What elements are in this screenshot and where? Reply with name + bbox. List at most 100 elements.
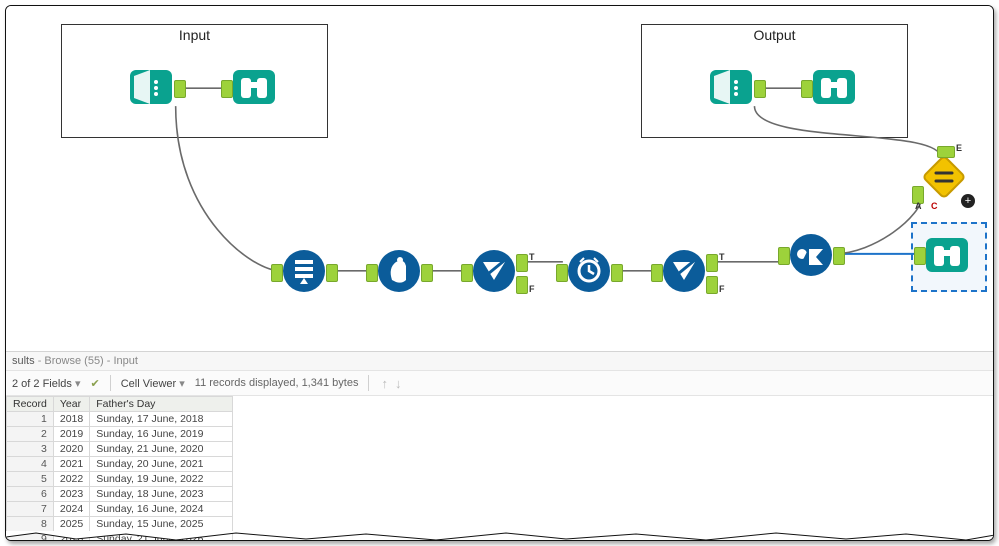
select-tool[interactable] [788, 232, 834, 278]
formula-tool[interactable] [376, 248, 422, 294]
cell-year: 2025 [53, 517, 89, 532]
cell-record: 6 [7, 487, 54, 502]
cell-day: Sunday, 21 June, 2026 [90, 532, 233, 542]
cell-year: 2026 [53, 532, 89, 542]
table-row[interactable]: 22019Sunday, 16 June, 2019 [7, 427, 233, 442]
table-row[interactable]: 12018Sunday, 17 June, 2018 [7, 412, 233, 427]
cell-record: 2 [7, 427, 54, 442]
results-table[interactable]: Record Year Father's Day 12018Sunday, 17… [6, 396, 233, 541]
generate-rows-out-anchor[interactable] [326, 264, 338, 282]
select-out-anchor[interactable] [833, 247, 845, 265]
cell-year: 2018 [53, 412, 89, 427]
cell-record: 8 [7, 517, 54, 532]
chevron-down-icon: ▾ [75, 378, 81, 390]
cell-year: 2024 [53, 502, 89, 517]
cell-day: Sunday, 16 June, 2019 [90, 427, 233, 442]
workflow-canvas[interactable]: Input Output [6, 6, 993, 351]
container-input-title: Input [62, 27, 327, 43]
results-source: Browse (55) - Input [44, 355, 138, 367]
expect-c-label: C [931, 201, 938, 211]
arrow-down-icon[interactable]: ↓ [393, 376, 404, 391]
cell-day: Sunday, 16 June, 2024 [90, 502, 233, 517]
browse-tool-main[interactable] [924, 232, 970, 278]
browse-input-in-anchor[interactable] [221, 80, 233, 98]
filter1-t-anchor[interactable] [516, 254, 528, 272]
cell-day: Sunday, 20 June, 2021 [90, 457, 233, 472]
expect-equal-tool[interactable] [921, 154, 967, 200]
macro-input-out-anchor[interactable] [174, 80, 186, 98]
cell-year: 2019 [53, 427, 89, 442]
expect-add-output[interactable]: + [961, 194, 975, 208]
browse-main-in-anchor[interactable] [914, 247, 926, 265]
filter2-f-anchor[interactable] [706, 276, 718, 294]
table-row[interactable]: 92026Sunday, 21 June, 2026 [7, 532, 233, 542]
table-row[interactable]: 32020Sunday, 21 June, 2020 [7, 442, 233, 457]
filter1-in-anchor[interactable] [461, 264, 473, 282]
formula-in-anchor[interactable] [366, 264, 378, 282]
cell-record: 1 [7, 412, 54, 427]
container-output-title: Output [642, 27, 907, 43]
cell-year: 2020 [53, 442, 89, 457]
cell-record: 9 [7, 532, 54, 542]
arrow-up-icon[interactable]: ↑ [379, 376, 390, 391]
table-row[interactable]: 82025Sunday, 15 June, 2025 [7, 517, 233, 532]
check-icon[interactable]: ✔ [91, 377, 100, 390]
cell-record: 4 [7, 457, 54, 472]
cell-record: 7 [7, 502, 54, 517]
container-output[interactable]: Output [641, 24, 908, 138]
macro-input-tool[interactable] [128, 64, 174, 110]
datetime-tool[interactable] [566, 248, 612, 294]
macro-output-tool[interactable] [708, 64, 754, 110]
container-input[interactable]: Input [61, 24, 328, 138]
cell-day: Sunday, 19 June, 2022 [90, 472, 233, 487]
filter-tool-2[interactable] [661, 248, 707, 294]
browse-tool-input[interactable] [231, 64, 277, 110]
cell-year: 2021 [53, 457, 89, 472]
cell-viewer-label: Cell Viewer [121, 378, 176, 390]
cell-day: Sunday, 18 June, 2023 [90, 487, 233, 502]
cell-day: Sunday, 17 June, 2018 [90, 412, 233, 427]
filter1-f-anchor[interactable] [516, 276, 528, 294]
datetime-in-anchor[interactable] [556, 264, 568, 282]
cell-record: 5 [7, 472, 54, 487]
results-title: sults [12, 355, 35, 367]
macro-output-out-anchor[interactable] [754, 80, 766, 98]
col-year[interactable]: Year [53, 397, 89, 412]
col-record[interactable]: Record [7, 397, 54, 412]
records-summary: 11 records displayed, 1,341 bytes [195, 377, 359, 389]
fields-summary-label: 2 of 2 Fields [12, 378, 72, 390]
chevron-down-icon: ▾ [179, 378, 185, 390]
filter1-f-label: F [529, 284, 535, 294]
results-panel: sults - Browse (55) - Input 2 of 2 Field… [6, 351, 993, 540]
table-row[interactable]: 72024Sunday, 16 June, 2024 [7, 502, 233, 517]
cell-day: Sunday, 21 June, 2020 [90, 442, 233, 457]
expect-e-anchor[interactable] [937, 146, 955, 158]
expect-e-label: E [956, 143, 962, 153]
results-header: sults - Browse (55) - Input [6, 352, 993, 370]
results-toolbar: 2 of 2 Fields ▾ ✔ Cell Viewer ▾ 11 recor… [6, 370, 993, 396]
datetime-out-anchor[interactable] [611, 264, 623, 282]
table-row[interactable]: 62023Sunday, 18 June, 2023 [7, 487, 233, 502]
table-header-row: Record Year Father's Day [7, 397, 233, 412]
fields-dropdown[interactable]: 2 of 2 Fields ▾ [12, 377, 81, 390]
select-in-anchor[interactable] [778, 247, 790, 265]
filter2-f-label: F [719, 284, 725, 294]
browse-output-in-anchor[interactable] [801, 80, 813, 98]
filter2-t-label: T [719, 252, 725, 262]
filter2-in-anchor[interactable] [651, 264, 663, 282]
generate-rows-tool[interactable] [281, 248, 327, 294]
generate-rows-in-anchor[interactable] [271, 264, 283, 282]
cell-viewer-dropdown[interactable]: Cell Viewer ▾ [121, 377, 185, 390]
filter1-t-label: T [529, 252, 535, 262]
table-row[interactable]: 52022Sunday, 19 June, 2022 [7, 472, 233, 487]
formula-out-anchor[interactable] [421, 264, 433, 282]
expect-a-label: A [915, 201, 922, 211]
filter-tool-1[interactable] [471, 248, 517, 294]
col-day[interactable]: Father's Day [90, 397, 233, 412]
cell-year: 2023 [53, 487, 89, 502]
table-row[interactable]: 42021Sunday, 20 June, 2021 [7, 457, 233, 472]
cell-day: Sunday, 15 June, 2025 [90, 517, 233, 532]
cell-year: 2022 [53, 472, 89, 487]
filter2-t-anchor[interactable] [706, 254, 718, 272]
browse-tool-output[interactable] [811, 64, 857, 110]
